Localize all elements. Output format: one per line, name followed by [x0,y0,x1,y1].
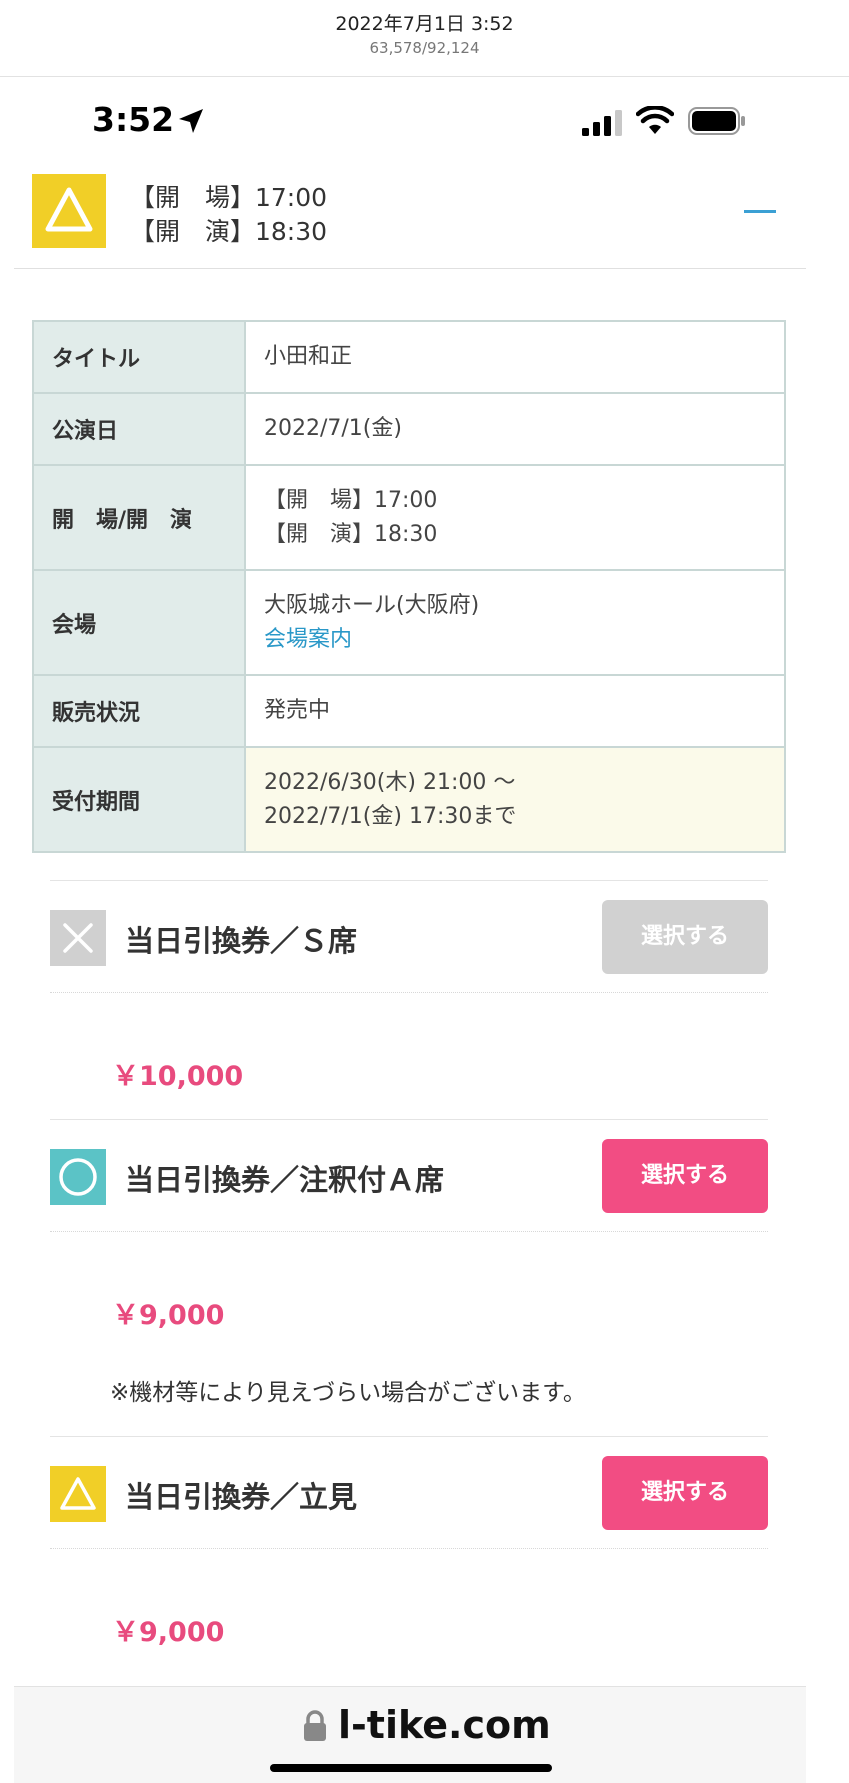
ticket-note: ※機材等により見えづらい場合がございます。 [110,1380,586,1406]
divider [50,1119,768,1120]
times-open: 【開 場】17:00 [264,487,438,513]
start-time: 【開 演】18:30 [130,217,328,246]
period-from: 2022/6/30(木) 21:00 〜 [264,769,516,795]
date-value: 2022/7/1(金) [244,392,786,466]
table-row: 受付期間 2022/6/30(木) 21:00 〜 2022/7/1(金) 17… [32,746,786,853]
performance-header[interactable]: 【開 場】17:00 【開 演】18:30 [14,170,806,269]
period-label: 受付期間 [32,746,246,853]
capture-counter: 63,578/92,124 [369,39,480,57]
times-value: 【開 場】17:00 【開 演】18:30 [244,464,786,571]
venue-name: 大阪城ホール(大阪府) [264,592,480,618]
ticket-price: ￥9,000 [112,1300,225,1331]
ticket-name: 当日引換券／立見 [125,1480,358,1514]
date-label: 公演日 [32,392,246,466]
venue-label: 会場 [32,569,246,676]
minus-icon[interactable] [744,210,776,213]
table-row: 販売状況 発売中 [32,674,786,748]
cellular-signal-icon [582,110,622,136]
circle-icon [50,1149,106,1205]
ticket-item-a-seat: 当日引換券／注釈付Ａ席 選択する ￥9,000 ※機材等により見えづらい場合がご… [50,1119,768,1437]
times-start: 【開 演】18:30 [264,521,438,547]
select-button[interactable]: 選択する [602,1139,768,1213]
divider [50,880,768,881]
ticket-name: 当日引換券／注釈付Ａ席 [125,1163,445,1197]
event-info-table: タイトル 小田和正 公演日 2022/7/1(金) 開 場/開 演 【開 場】1… [32,320,786,853]
times-label: 開 場/開 演 [32,464,246,571]
capture-datetime: 2022年7月1日 3:52 [335,13,514,35]
divider [50,1548,768,1549]
home-indicator[interactable] [270,1764,552,1772]
venue-guide-link[interactable]: 会場案内 [264,627,352,652]
divider [50,1436,768,1437]
lock-icon [304,1710,326,1741]
sales-value: 発売中 [244,674,786,748]
period-to: 2022/7/1(金) 17:30まで [264,803,517,829]
wifi-icon [636,106,674,134]
table-row: 会場 大阪城ホール(大阪府) 会場案内 [32,569,786,676]
title-label: タイトル [32,320,246,394]
ticket-item-s-seat: 当日引換券／Ｓ席 選択する ￥10,000 [50,880,768,1120]
url-text[interactable]: l-tike.com [338,1703,551,1747]
status-time: 3:52 [92,100,175,139]
venue-value: 大阪城ホール(大阪府) 会場案内 [244,569,786,676]
ticket-price: ￥9,000 [112,1617,225,1648]
battery-icon [688,107,745,135]
open-time: 【開 場】17:00 [130,183,328,212]
divider [50,992,768,993]
title-value: 小田和正 [244,320,786,394]
location-arrow-icon [179,109,203,133]
divider [50,1231,768,1232]
period-value: 2022/6/30(木) 21:00 〜 2022/7/1(金) 17:30まで [244,746,786,853]
select-button[interactable]: 選択する [602,900,768,974]
table-row: タイトル 小田和正 [32,320,786,394]
capture-header: 2022年7月1日 3:52 63,578/92,124 [0,0,849,77]
status-bar: 3:52 [0,76,849,170]
select-button[interactable]: 選択する [602,1456,768,1530]
cross-icon [50,910,106,966]
ticket-item-standing: 当日引換券／立見 選択する ￥9,000 [50,1436,768,1676]
triangle-icon [50,1466,106,1522]
ticket-name: 当日引換券／Ｓ席 [125,924,358,958]
table-row: 公演日 2022/7/1(金) [32,392,786,466]
triangle-icon [32,174,106,248]
sales-label: 販売状況 [32,674,246,748]
table-row: 開 場/開 演 【開 場】17:00 【開 演】18:30 [32,464,786,571]
ticket-price: ￥10,000 [112,1061,244,1092]
